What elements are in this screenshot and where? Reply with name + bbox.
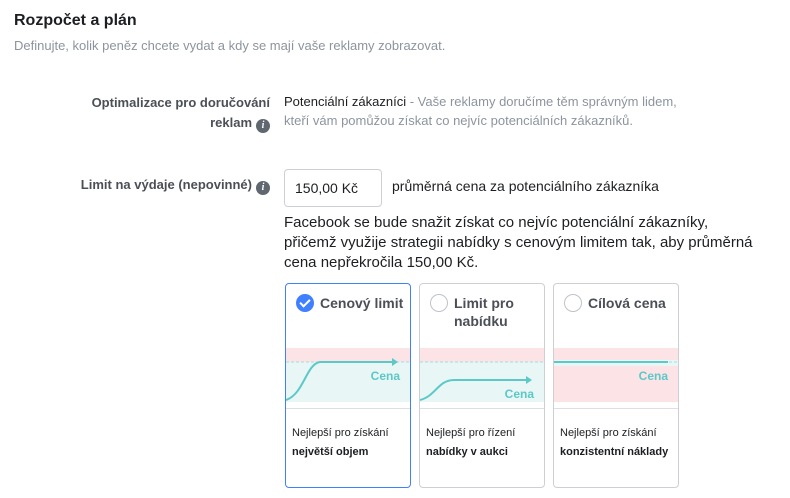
card-divider — [286, 408, 410, 409]
card-desc-bold: konzistentní náklady — [560, 446, 669, 458]
card-divider — [420, 408, 544, 409]
optimization-value: Potenciální zákazníci — [284, 94, 407, 109]
card-header: Limit pro nabídku — [430, 294, 538, 330]
spend-limit-label-text: Limit na výdaje (nepovinné) — [80, 177, 252, 192]
optimization-label-line2: reklam — [210, 115, 252, 130]
strategy-card-target-cost[interactable]: Cílová cena Cena Nejlepší pro získání ko… — [553, 283, 679, 488]
info-icon[interactable]: i — [256, 181, 270, 195]
radio-icon[interactable] — [430, 294, 448, 312]
optimization-label-line2-wrap: reklam i — [92, 113, 270, 133]
check-icon[interactable] — [296, 294, 314, 312]
chart-label: Cena — [371, 369, 401, 383]
spend-limit-suffix: průměrná cena za potenciálního zákazníka — [392, 178, 659, 194]
optimization-label: Optimalizace pro doručování reklam i — [92, 93, 270, 133]
card-description: Nejlepší pro získání největší objem — [292, 424, 406, 462]
target-cost-chart: Cena — [554, 348, 678, 402]
bid-cap-chart: Cena — [420, 348, 544, 402]
strategy-card-cost-cap[interactable]: Cenový limit Cena Nejlepší pro získání n… — [285, 283, 411, 488]
strategy-card-bid-cap[interactable]: Limit pro nabídku Cena Nejlepší pro říze… — [419, 283, 545, 488]
card-desc-plain: Nejlepší pro získání — [560, 427, 657, 439]
cost-cap-chart: Cena — [286, 348, 410, 402]
optimization-text: Potenciální zákazníci - Vaše reklamy dor… — [284, 92, 704, 130]
card-description: Nejlepší pro řízení nabídky v aukci — [426, 424, 540, 462]
card-desc-plain: Nejlepší pro řízení — [426, 427, 516, 439]
section-title: Rozpočet a plán — [14, 12, 137, 29]
chart-danger-zone — [420, 348, 544, 362]
card-header: Cenový limit — [296, 294, 404, 312]
card-title: Cílová cena — [588, 295, 666, 311]
optimization-label-line1: Optimalizace pro doručování — [91, 95, 270, 110]
card-title: Limit pro nabídku — [454, 295, 514, 329]
card-desc-plain: Nejlepší pro získání — [292, 427, 389, 439]
chart-danger-zone-top — [554, 348, 678, 360]
card-title: Cenový limit — [320, 295, 404, 311]
chart-label: Cena — [639, 369, 669, 383]
section-subtitle: Definujte, kolik peněz chcete vydat a kd… — [14, 38, 446, 53]
spend-limit-label: Limit na výdaje (nepovinné) i — [81, 175, 270, 195]
chart-label: Cena — [505, 387, 535, 401]
card-desc-bold: největší objem — [292, 446, 369, 458]
info-icon[interactable]: i — [256, 119, 270, 133]
spend-limit-explanation: Facebook se bude snažit získat co nejvíc… — [284, 214, 753, 271]
spend-limit-input[interactable]: 150,00 Kč — [284, 169, 382, 207]
radio-icon[interactable] — [564, 294, 582, 312]
card-description: Nejlepší pro získání konzistentní náklad… — [560, 424, 674, 462]
chart-danger-zone — [286, 348, 410, 362]
card-header: Cílová cena — [564, 294, 672, 312]
card-divider — [554, 408, 678, 409]
card-desc-bold: nabídky v aukci — [426, 446, 508, 458]
